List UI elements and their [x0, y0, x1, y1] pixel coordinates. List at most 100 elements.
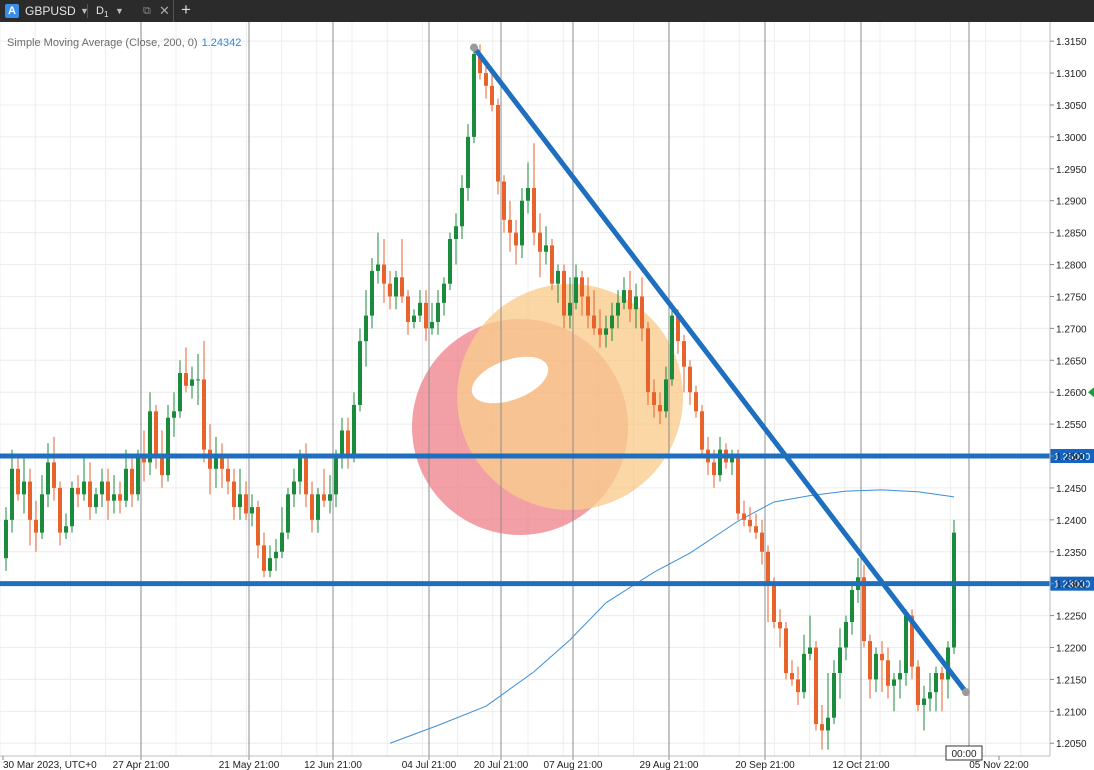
candle: [46, 443, 50, 508]
candle: [148, 392, 152, 476]
candle-body: [208, 449, 212, 469]
candle-body: [94, 494, 98, 508]
indicator-legend[interactable]: Simple Moving Average (Close, 200, 0) 1.2…: [7, 37, 241, 49]
candle: [886, 647, 890, 699]
candle-body: [832, 673, 836, 718]
candle-body: [934, 673, 938, 693]
candle: [442, 277, 446, 316]
candle: [784, 621, 788, 680]
candle: [832, 660, 836, 725]
candle-body: [736, 456, 740, 514]
close-tab-icon[interactable]: ✕: [159, 0, 170, 22]
candle-body: [106, 481, 110, 501]
candle: [292, 468, 296, 508]
candle-body: [754, 526, 758, 533]
candle-body: [454, 226, 458, 240]
candle: [700, 404, 704, 457]
candle-body: [412, 315, 416, 322]
candle-body: [700, 411, 704, 450]
candle: [430, 302, 434, 335]
candle: [484, 66, 488, 99]
candle: [682, 334, 686, 393]
candle-body: [904, 615, 908, 674]
candle-body: [712, 462, 716, 476]
candle-body: [388, 283, 392, 297]
candle-body: [694, 392, 698, 412]
candle: [862, 564, 866, 648]
candle-body: [328, 494, 332, 501]
candle-body: [886, 660, 890, 686]
candle-body: [256, 507, 260, 546]
candle-body: [460, 187, 464, 227]
candle: [262, 532, 266, 578]
candle: [118, 481, 122, 514]
candle: [202, 341, 206, 463]
candle: [382, 239, 386, 303]
candle: [874, 647, 878, 693]
candle-body: [772, 583, 776, 622]
candle: [574, 264, 578, 310]
symbol-selector[interactable]: GBPUSD: [25, 0, 76, 22]
candle-body: [424, 302, 428, 329]
candle: [304, 443, 308, 508]
symbol-type-icon: A: [5, 4, 19, 18]
x-tick-label: 20 Jul 21:00: [474, 760, 529, 770]
y-tick-label: 1.2300: [1056, 580, 1087, 591]
candle-body: [952, 532, 956, 648]
candle-body: [604, 328, 608, 335]
y-tick-label: 1.2150: [1056, 675, 1087, 686]
candle: [532, 143, 536, 246]
candle-body: [406, 296, 410, 322]
candle: [760, 519, 764, 565]
candle-body: [562, 270, 566, 316]
candle: [226, 456, 230, 495]
timeframe-selector[interactable]: D1: [96, 0, 108, 22]
candle: [670, 302, 674, 386]
trendline-start-handle: [470, 43, 478, 52]
candle: [196, 353, 200, 405]
candle: [52, 436, 56, 501]
candle-body: [868, 641, 872, 680]
candle-body: [52, 462, 56, 488]
candle: [94, 487, 98, 514]
candle-body: [40, 494, 44, 533]
y-tick-label: 1.3050: [1056, 101, 1087, 112]
candle: [184, 347, 188, 393]
candle-body: [574, 277, 578, 303]
candle-body: [124, 468, 128, 501]
candle-body: [838, 647, 842, 674]
candle-body: [514, 232, 518, 246]
indicator-value: 1.24342: [201, 37, 242, 49]
candle: [28, 468, 32, 546]
timeframe-dropdown-icon[interactable]: ▼: [115, 0, 124, 22]
candle: [748, 507, 752, 533]
price-chart[interactable]: 1.250001.23000 1.20501.21001.21501.22001…: [0, 22, 1094, 770]
candle-body: [88, 481, 92, 508]
popout-icon[interactable]: ⧉: [143, 0, 151, 22]
candle-body: [688, 366, 692, 393]
candle: [742, 500, 746, 527]
y-tick-label: 1.2400: [1056, 516, 1087, 527]
candle-body: [172, 411, 176, 418]
candle-body: [796, 679, 800, 693]
candle-body: [136, 456, 140, 495]
candle: [802, 634, 806, 699]
candle-body: [334, 456, 338, 495]
candle-body: [484, 73, 488, 86]
candle: [274, 538, 278, 571]
candle-body: [298, 456, 302, 482]
candle-body: [292, 481, 296, 495]
add-chart-icon[interactable]: +: [181, 0, 191, 21]
candle: [550, 239, 554, 291]
tab-divider: [173, 0, 174, 22]
x-tick-label: 21 May 21:00: [219, 760, 280, 770]
candle: [448, 232, 452, 291]
candle-body: [184, 373, 188, 386]
candle: [508, 200, 512, 252]
y-tick-label: 1.2200: [1056, 643, 1087, 654]
candle: [934, 666, 938, 712]
candle: [244, 481, 248, 520]
candle-body: [340, 430, 344, 457]
candle: [256, 500, 260, 559]
candle: [868, 634, 872, 699]
